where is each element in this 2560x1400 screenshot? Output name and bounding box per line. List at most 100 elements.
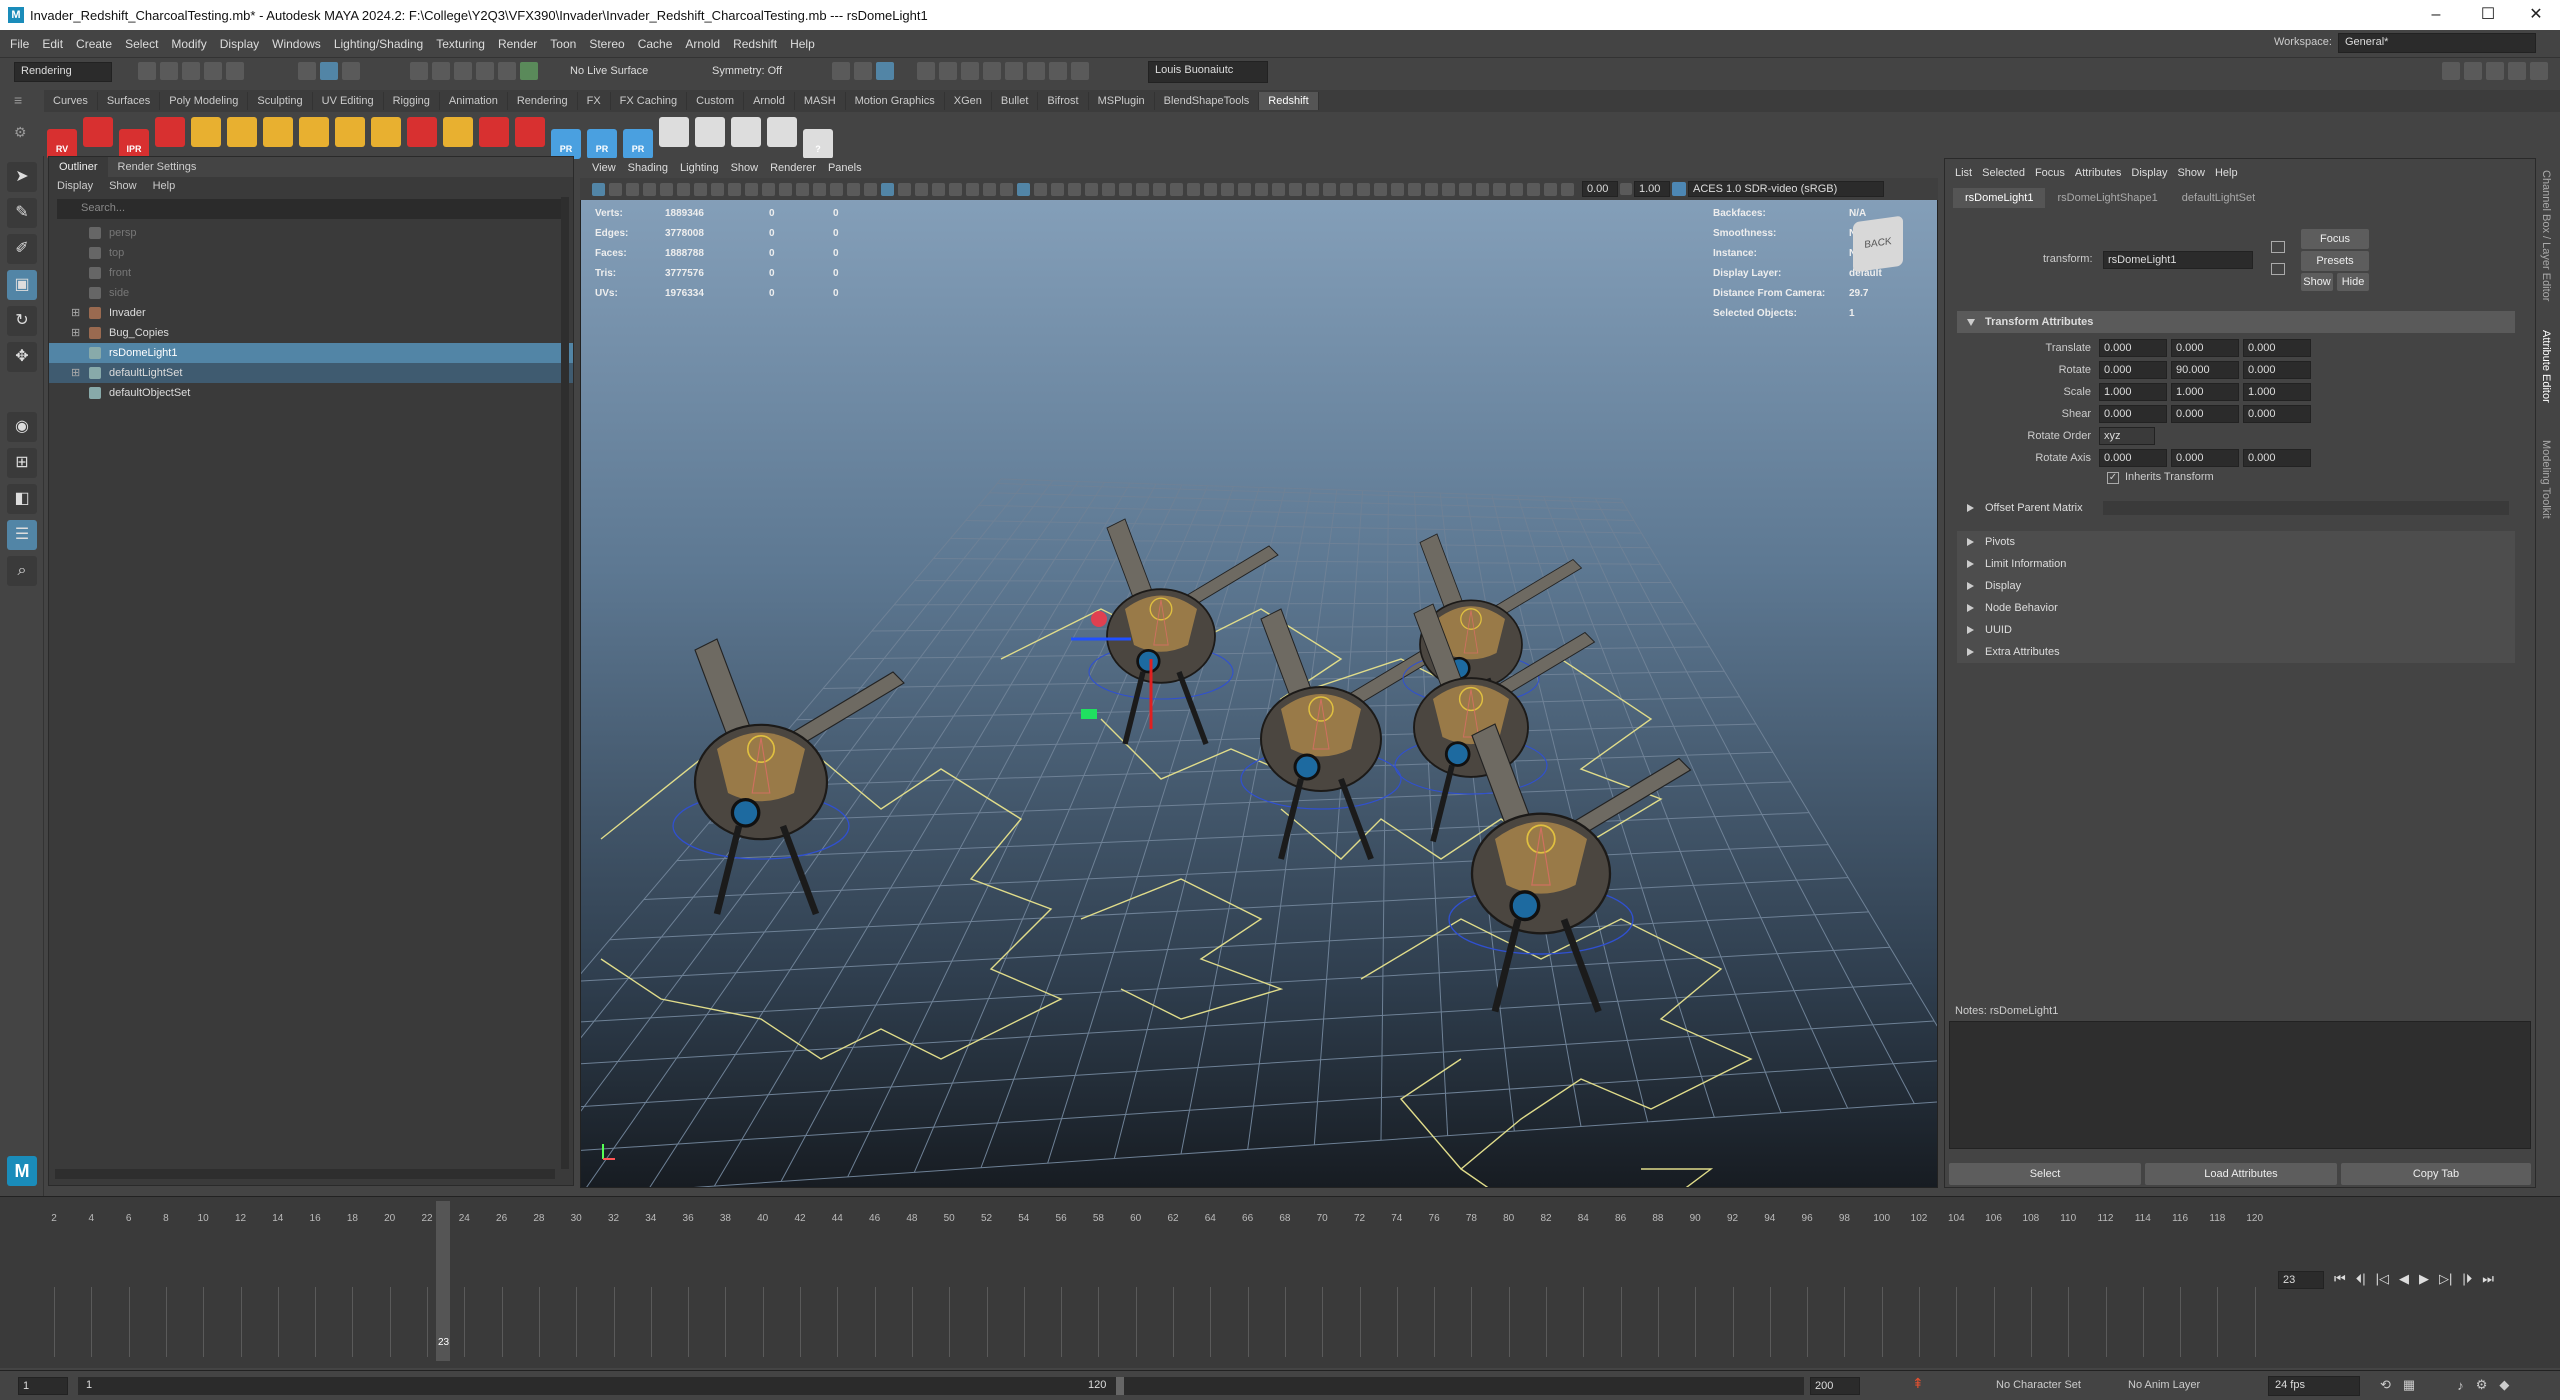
menu-arnold[interactable]: Arnold xyxy=(685,37,720,51)
search-icon[interactable]: ⌕ xyxy=(7,556,37,586)
menu-edit[interactable]: Edit xyxy=(42,37,63,51)
viewport-tool-icon[interactable] xyxy=(1340,182,1353,196)
ae-section-node-behavior[interactable]: Node Behavior xyxy=(1957,597,2515,619)
shear-z-field[interactable]: 0.000 xyxy=(2243,405,2311,423)
side-tab-attribute-editor[interactable]: Attribute Editor xyxy=(2540,330,2552,430)
ae-menu-list[interactable]: List xyxy=(1955,167,1972,179)
shelf-tool-icon[interactable] xyxy=(731,117,761,147)
select-button[interactable]: Select xyxy=(1949,1163,2141,1185)
menu-render[interactable]: Render xyxy=(498,37,537,51)
viewport-tool-icon[interactable] xyxy=(847,182,860,196)
maximize-icon[interactable]: ☐ xyxy=(2468,4,2508,26)
shelf-tab-uv-editing[interactable]: UV Editing xyxy=(313,92,384,110)
viewport-tool-icon[interactable] xyxy=(1544,182,1557,196)
shelf-tool-icon[interactable] xyxy=(695,117,725,147)
viewport-tool-icon[interactable] xyxy=(1255,182,1268,196)
ae-menu-help[interactable]: Help xyxy=(2215,167,2238,179)
shelf-menu-icon[interactable]: ≡ xyxy=(14,92,22,108)
menu-modify[interactable]: Modify xyxy=(171,37,206,51)
snap-view-icon[interactable] xyxy=(476,62,494,80)
cache-icon[interactable]: ▦ xyxy=(2403,1377,2415,1393)
shelf-tool-icon[interactable]: PR xyxy=(623,129,653,159)
ae-section-limit-information[interactable]: Limit Information xyxy=(1957,553,2515,575)
current-frame-field[interactable]: 23 xyxy=(2278,1271,2324,1289)
viewport-tool-icon[interactable] xyxy=(609,182,622,196)
viewport-tool-icon[interactable] xyxy=(1323,182,1336,196)
outliner-item[interactable]: rsDomeLight1 xyxy=(49,343,573,363)
viewport-tool-icon[interactable] xyxy=(881,182,894,196)
output-ops-icon[interactable] xyxy=(854,62,872,80)
step-back-icon[interactable]: ⏴| xyxy=(2356,1271,2366,1287)
outliner-layout-icon[interactable]: ☰ xyxy=(7,520,37,550)
viewport-tool-icon[interactable] xyxy=(1476,182,1489,196)
viewport-tool-icon[interactable] xyxy=(1374,182,1387,196)
maya-home-icon[interactable]: M xyxy=(7,1156,37,1186)
ae-menu-attributes[interactable]: Attributes xyxy=(2075,167,2121,179)
rotate-axis-z-field[interactable]: 0.000 xyxy=(2243,449,2311,467)
shelf-tab-rigging[interactable]: Rigging xyxy=(384,92,440,110)
hierarchy-mode-icon[interactable] xyxy=(298,62,316,80)
next-key-icon[interactable]: ▷| xyxy=(2439,1271,2452,1287)
shelf-tool-icon[interactable] xyxy=(479,117,509,147)
symmetry-dropdown[interactable]: Symmetry: Off xyxy=(712,65,782,77)
shelf-tab-fx-caching[interactable]: FX Caching xyxy=(611,92,688,110)
shelf-tool-icon[interactable] xyxy=(263,117,293,147)
viewport-tool-icon[interactable] xyxy=(1017,182,1030,196)
snap-live-icon[interactable] xyxy=(520,62,538,80)
menu-redshift[interactable]: Redshift xyxy=(733,37,777,51)
shelf-tab-bullet[interactable]: Bullet xyxy=(992,92,1039,110)
menu-display[interactable]: Display xyxy=(220,37,259,51)
ae-menu-display[interactable]: Display xyxy=(2131,167,2167,179)
viewport-tool-icon[interactable] xyxy=(728,182,741,196)
rotate-tool-icon[interactable]: ↻ xyxy=(7,306,37,336)
shelf-tool-icon[interactable] xyxy=(371,117,401,147)
viewport-tool-icon[interactable] xyxy=(626,182,639,196)
outliner-menu-display[interactable]: Display xyxy=(49,178,101,194)
ae-tab-rsdomelightshape1[interactable]: rsDomeLightShape1 xyxy=(2045,188,2169,208)
viewport-tool-icon[interactable] xyxy=(1153,182,1166,196)
shelf-tab-rendering[interactable]: Rendering xyxy=(508,92,578,110)
attribute-editor-toggle-icon[interactable] xyxy=(2486,62,2504,80)
viewport-tool-icon[interactable] xyxy=(643,182,656,196)
viewport-tool-icon[interactable] xyxy=(1510,182,1523,196)
step-forward-icon[interactable]: |⏵ xyxy=(2462,1271,2472,1287)
snap-curve-icon[interactable] xyxy=(432,62,450,80)
shelf-tool-icon[interactable] xyxy=(299,117,329,147)
viewport-tool-icon[interactable] xyxy=(1289,182,1302,196)
workspace-dropdown[interactable]: General* xyxy=(2338,33,2536,53)
outliner-item[interactable]: ⊞ Bug_Copies xyxy=(49,323,573,343)
offset-parent-matrix-field[interactable] xyxy=(2103,501,2509,515)
menu-help[interactable]: Help xyxy=(790,37,815,51)
shelf-tab-curves[interactable]: Curves xyxy=(44,92,98,110)
menu-texturing[interactable]: Texturing xyxy=(436,37,485,51)
play-backward-icon[interactable]: ◀ xyxy=(2399,1271,2409,1287)
scale-z-field[interactable]: 1.000 xyxy=(2243,383,2311,401)
construction-history-icon[interactable] xyxy=(876,62,894,80)
menu-cache[interactable]: Cache xyxy=(638,37,673,51)
outliner-item[interactable]: defaultObjectSet xyxy=(49,383,573,403)
shelf-tab-xgen[interactable]: XGen xyxy=(945,92,992,110)
shelf-tab-custom[interactable]: Custom xyxy=(687,92,745,110)
ae-section-uuid[interactable]: UUID xyxy=(1957,619,2515,641)
rotate-axis-y-field[interactable]: 0.000 xyxy=(2171,449,2239,467)
save-scene-icon[interactable] xyxy=(182,62,200,80)
translate-y-field[interactable]: 0.000 xyxy=(2171,339,2239,357)
input-ops-icon[interactable] xyxy=(832,62,850,80)
vp-menu-view[interactable]: View xyxy=(592,162,616,174)
viewport-tool-icon[interactable] xyxy=(1034,182,1047,196)
go-to-end-icon[interactable]: ⏭ xyxy=(2482,1271,2494,1287)
hide-button[interactable]: Hide xyxy=(2337,273,2369,291)
shelf-tab-arnold[interactable]: Arnold xyxy=(744,92,795,110)
viewport-tool-icon[interactable] xyxy=(1408,182,1421,196)
translate-x-field[interactable]: 0.000 xyxy=(2099,339,2167,357)
shelf-tool-icon[interactable]: PR xyxy=(551,129,581,159)
shelf-tab-bifrost[interactable]: Bifrost xyxy=(1038,92,1089,110)
tab-render-settings[interactable]: Render Settings xyxy=(108,157,207,177)
snap-grid-icon[interactable] xyxy=(410,62,428,80)
persp-outliner-icon[interactable]: ◧ xyxy=(7,484,37,514)
time-slider[interactable]: 2 4 6 8 10 12 14 16 18 20 22 24 26 28 30 32 34 36 38 40 42 44… xyxy=(0,1196,2560,1368)
shelf-tool-icon[interactable] xyxy=(515,117,545,147)
gamma-field[interactable]: 1.00 xyxy=(1634,181,1670,197)
shelf-tab-mash[interactable]: MASH xyxy=(795,92,846,110)
viewport-tool-icon[interactable] xyxy=(1136,182,1149,196)
